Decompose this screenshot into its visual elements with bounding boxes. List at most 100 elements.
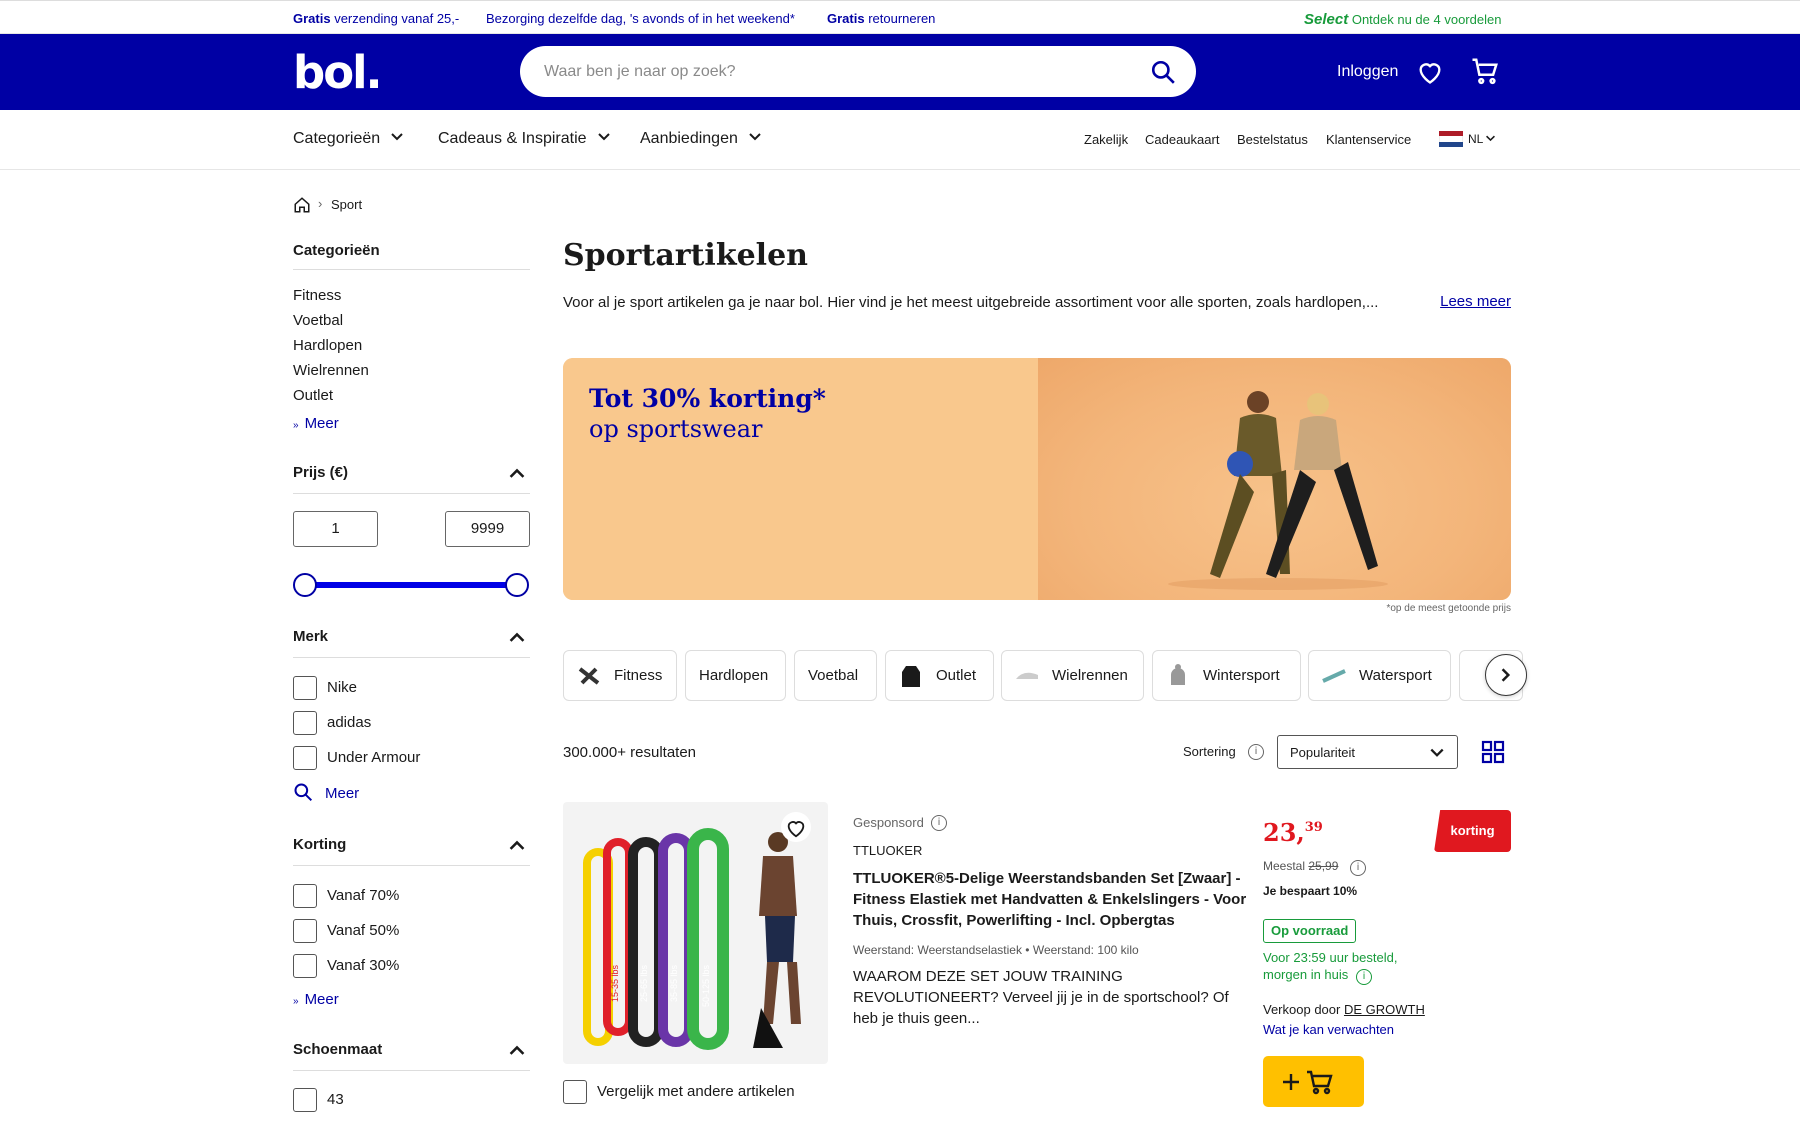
info-icon[interactable]: i bbox=[1356, 969, 1372, 985]
usp-free-returns[interactable]: Gratis retourneren bbox=[827, 11, 935, 26]
shoesize-heading: Schoenmaat bbox=[293, 1041, 383, 1058]
price-slider-max-handle[interactable] bbox=[505, 573, 529, 597]
price-slider-min-handle[interactable] bbox=[293, 573, 317, 597]
sort-select[interactable]: Populariteit bbox=[1277, 735, 1458, 769]
breadcrumb-current[interactable]: Sport bbox=[331, 197, 362, 212]
results-count: 300.000+ resultaten bbox=[563, 744, 697, 761]
checkbox[interactable] bbox=[293, 1088, 317, 1112]
info-icon[interactable]: i bbox=[931, 815, 947, 831]
select-promo-link[interactable]: Select Ontdek nu de 4 voordelen bbox=[1304, 11, 1501, 28]
price-max-input[interactable]: 9999 bbox=[445, 511, 530, 547]
add-to-cart-icon bbox=[1283, 1070, 1333, 1095]
checkbox[interactable] bbox=[293, 711, 317, 735]
nav-categories[interactable]: Categorieën bbox=[293, 130, 404, 148]
product-title[interactable]: TTLUOKER®5-Delige Weerstandsbanden Set [… bbox=[853, 868, 1248, 931]
add-to-cart-button[interactable] bbox=[1263, 1056, 1364, 1107]
chips-next-button[interactable] bbox=[1485, 654, 1527, 696]
heart-icon[interactable] bbox=[1416, 58, 1444, 86]
fitness-icon bbox=[578, 667, 600, 685]
category-voetbal[interactable]: Voetbal bbox=[293, 312, 343, 329]
chevron-down-icon bbox=[1430, 748, 1444, 757]
chip-voetbal[interactable]: Voetbal bbox=[794, 650, 877, 701]
nav-deals[interactable]: Aanbiedingen bbox=[640, 130, 762, 148]
price-min-input[interactable]: 1 bbox=[293, 511, 378, 547]
banner-headline: Tot 30% korting* bbox=[589, 384, 826, 413]
nav-order-status[interactable]: Bestelstatus bbox=[1237, 132, 1308, 147]
band-label: 15-35 lbs bbox=[610, 964, 620, 1002]
category-hardlopen[interactable]: Hardlopen bbox=[293, 337, 362, 354]
read-more-link[interactable]: Lees meer bbox=[1440, 293, 1511, 310]
divider bbox=[293, 269, 530, 270]
info-icon[interactable]: i bbox=[1248, 744, 1264, 760]
category-wielrennen[interactable]: Wielrennen bbox=[293, 362, 369, 379]
athletes-illustration bbox=[1168, 391, 1388, 590]
product-description: WAAROM DEZE SET JOUW TRAINING REVOLUTION… bbox=[853, 968, 1229, 1027]
netherlands-flag-icon[interactable] bbox=[1439, 131, 1463, 147]
was-price: Meestal 25,99 bbox=[1263, 859, 1339, 873]
chip-fitness[interactable]: Fitness bbox=[563, 650, 677, 701]
grid-view-icon[interactable] bbox=[1481, 740, 1505, 764]
chip-watersport[interactable]: Watersport bbox=[1308, 650, 1451, 701]
nav-customer-service[interactable]: Klantenservice bbox=[1326, 132, 1411, 147]
heart-icon bbox=[787, 821, 805, 838]
categories-more-link[interactable]: » Meer bbox=[293, 415, 339, 432]
login-link[interactable]: Inloggen bbox=[1337, 63, 1398, 81]
checkbox[interactable] bbox=[293, 884, 317, 908]
chevron-up-icon[interactable] bbox=[508, 628, 526, 646]
home-icon[interactable] bbox=[293, 196, 311, 214]
chevron-down-icon bbox=[391, 133, 403, 141]
nav-gifts[interactable]: Cadeaus & Inspiratie bbox=[438, 130, 611, 148]
checkbox[interactable] bbox=[293, 676, 317, 700]
usp-free-shipping[interactable]: Gratis verzending vanaf 25,- bbox=[293, 11, 459, 26]
product-image[interactable]: 15-35 lbs 25-65 lbs 35-85 lbs 50-125 lbs bbox=[563, 802, 828, 1064]
promo-banner[interactable]: Tot 30% korting* op sportswear bbox=[563, 358, 1511, 600]
checkbox[interactable] bbox=[293, 919, 317, 943]
discount-badge: korting bbox=[1434, 810, 1511, 852]
usp-delivery[interactable]: Bezorging dezelfde dag, 's avonds of in … bbox=[486, 11, 795, 26]
category-outlet[interactable]: Outlet bbox=[293, 387, 333, 404]
chevron-up-icon[interactable] bbox=[508, 464, 526, 482]
band-label: 50-125 lbs bbox=[701, 964, 711, 1007]
chevron-up-icon[interactable] bbox=[508, 836, 526, 854]
discount-heading: Korting bbox=[293, 836, 347, 853]
divider bbox=[293, 865, 530, 866]
chevron-up-icon[interactable] bbox=[508, 1041, 526, 1059]
checkbox[interactable] bbox=[293, 954, 317, 978]
expectations-link[interactable]: Wat je kan verwachten bbox=[1263, 1022, 1394, 1037]
band-label: 25-65 lbs bbox=[639, 964, 649, 1002]
chip-wintersport[interactable]: Wintersport bbox=[1152, 650, 1301, 701]
product-brand[interactable]: TTLUOKER bbox=[853, 843, 922, 858]
seller-link[interactable]: DE GROWTH bbox=[1344, 1002, 1425, 1017]
double-chevron-down-icon: » bbox=[293, 420, 299, 431]
category-fitness[interactable]: Fitness bbox=[293, 287, 341, 304]
category-intro: Voor al je sport artikelen ga je naar bo… bbox=[563, 294, 1379, 311]
nav-business[interactable]: Zakelijk bbox=[1084, 132, 1128, 147]
checkbox[interactable] bbox=[293, 746, 317, 770]
checkbox[interactable] bbox=[563, 1080, 587, 1104]
sponsored-label: Gesponsord bbox=[853, 815, 924, 830]
wishlist-button[interactable] bbox=[781, 812, 811, 842]
brand-more-link[interactable]: Meer bbox=[293, 782, 359, 802]
savings-label: Je bespaart 10% bbox=[1263, 884, 1358, 898]
search-bar bbox=[520, 46, 1196, 97]
usp-bar: Gratis verzending vanaf 25,- Bezorging d… bbox=[0, 0, 1800, 34]
product-specs: Weerstand: Weerstandselastiek • Weerstan… bbox=[853, 943, 1139, 957]
cart-icon[interactable] bbox=[1470, 56, 1500, 86]
info-icon[interactable]: i bbox=[1350, 860, 1366, 876]
search-icon[interactable] bbox=[1150, 59, 1176, 85]
language-selector[interactable]: NL bbox=[1468, 132, 1496, 146]
nav-giftcard[interactable]: Cadeaukaart bbox=[1145, 132, 1219, 147]
discount-more-link[interactable]: » Meer bbox=[293, 991, 339, 1008]
category-chips: Fitness Hardlopen Voetbal Outlet Wielren… bbox=[563, 650, 1523, 702]
banner-photo bbox=[1038, 358, 1511, 600]
search-input[interactable] bbox=[544, 46, 1124, 97]
chip-hardlopen[interactable]: Hardlopen bbox=[685, 650, 786, 701]
watersport-icon bbox=[1322, 669, 1346, 683]
bol-logo[interactable]: bol. bbox=[293, 46, 383, 99]
banner-footnote: *op de meest getoonde prijs bbox=[1386, 603, 1511, 614]
price-slider-track[interactable] bbox=[305, 582, 517, 588]
chip-wielrennen[interactable]: Wielrennen bbox=[1001, 650, 1144, 701]
page-title: Sportartikelen bbox=[563, 238, 808, 273]
brand-heading: Merk bbox=[293, 628, 329, 645]
chip-outlet[interactable]: Outlet bbox=[885, 650, 994, 701]
